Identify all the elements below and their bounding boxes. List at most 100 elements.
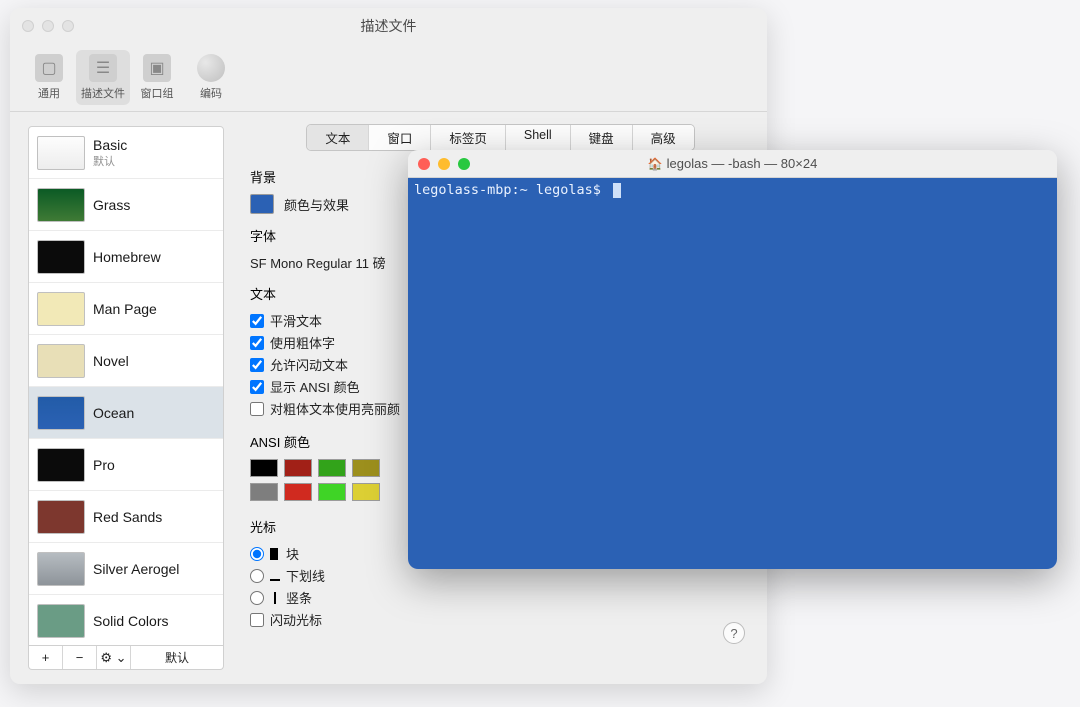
checkbox-blinkc-input[interactable] [250,613,264,627]
close-icon[interactable] [418,158,430,170]
cursor-underline-icon [270,571,280,581]
ansi-swatch[interactable] [352,483,380,501]
terminal-title-bar: 🏠 legolas — -bash — 80×24 [408,150,1057,178]
home-icon: 🏠 [648,157,663,171]
profile-item-basic[interactable]: Basic 默认 [29,127,223,179]
radio-block-input[interactable] [250,547,264,561]
tab-window[interactable]: 窗口 [369,125,431,150]
ansi-swatch[interactable] [318,459,346,477]
ansi-swatch[interactable] [352,459,380,477]
radio-underline-input[interactable] [250,569,264,583]
terminal-body[interactable]: legolass-mbp:~ legolas$ [408,178,1057,569]
background-color-label: 颜色与效果 [284,195,349,214]
profile-name: Red Sands [93,509,162,525]
checkbox-ansi-input[interactable] [250,380,264,394]
profile-list[interactable]: Basic 默认 Grass Homebrew Man Page [28,126,224,646]
ansi-swatch[interactable] [284,483,312,501]
profile-item-ocean[interactable]: Ocean [29,387,223,439]
tab-advanced[interactable]: 高级 [633,125,694,150]
close-icon[interactable] [22,20,34,32]
checkbox-bright-input[interactable] [250,402,264,416]
tab-keyboard[interactable]: 键盘 [571,125,633,150]
profile-name: Homebrew [93,249,161,265]
toolbar-window-groups[interactable]: ▣ 窗口组 [130,50,184,105]
tab-text[interactable]: 文本 [307,125,369,150]
window-groups-icon: ▣ [143,54,171,82]
profile-menu-button[interactable]: ⚙︎ ⌄ [97,646,131,669]
settings-tabs: 文本 窗口 标签页 Shell 键盘 高级 [250,124,751,151]
checkbox-smooth-input[interactable] [250,314,264,328]
profile-thumb-icon [37,500,85,534]
terminal-prompt: legolass-mbp:~ legolas$ [414,182,609,198]
zoom-icon[interactable] [62,20,74,32]
profile-name: Novel [93,353,129,369]
profile-thumb-icon [37,448,85,482]
checkbox-smooth-label: 平滑文本 [270,311,322,330]
profile-item-homebrew[interactable]: Homebrew [29,231,223,283]
profile-name: Grass [93,197,130,213]
profile-sidebar: Basic 默认 Grass Homebrew Man Page [28,126,224,670]
checkbox-blinktext-input[interactable] [250,358,264,372]
radio-bar-label: 竖条 [286,588,312,607]
tab-shell[interactable]: Shell [506,125,571,150]
help-button[interactable]: ? [723,622,745,644]
toolbar-general[interactable]: ▢ 通用 [22,50,76,105]
radio-cursor-bar[interactable]: 竖条 [250,588,751,607]
terminal-traffic-lights [418,158,470,170]
profile-name: Silver Aerogel [93,561,179,577]
profile-item-redsands[interactable]: Red Sands [29,491,223,543]
profile-item-grass[interactable]: Grass [29,179,223,231]
add-profile-button[interactable]: + [29,646,63,669]
profile-item-silver[interactable]: Silver Aerogel [29,543,223,595]
profiles-icon: ☰ [89,54,117,82]
checkbox-ansi-label: 显示 ANSI 颜色 [270,377,360,396]
prefs-title-bar: 描述文件 [10,8,767,44]
toolbar-encodings-label: 编码 [200,85,222,101]
zoom-icon[interactable] [458,158,470,170]
minimize-icon[interactable] [42,20,54,32]
terminal-cursor-icon [613,183,621,198]
radio-block-label: 块 [286,544,299,563]
toolbar-general-label: 通用 [38,85,60,101]
set-default-button[interactable]: 默认 [131,646,223,669]
checkbox-bold-input[interactable] [250,336,264,350]
radio-underline-label: 下划线 [286,566,325,585]
cursor-block-icon [270,548,278,560]
remove-profile-button[interactable]: − [63,646,97,669]
tab-tabpage[interactable]: 标签页 [431,125,506,150]
cursor-bar-icon [274,592,276,604]
minimize-icon[interactable] [438,158,450,170]
general-icon: ▢ [35,54,63,82]
profile-thumb-icon [37,604,85,638]
radio-bar-input[interactable] [250,591,264,605]
profile-thumb-icon [37,136,85,170]
checkbox-blinkc-label: 闪动光标 [270,610,322,629]
profile-name: Man Page [93,301,157,317]
profile-item-pro[interactable]: Pro [29,439,223,491]
profile-thumb-icon [37,552,85,586]
profile-item-novel[interactable]: Novel [29,335,223,387]
profile-item-solid[interactable]: Solid Colors [29,595,223,646]
checkbox-blink-cursor[interactable]: 闪动光标 [250,610,751,629]
profile-sub: 默认 [93,153,127,169]
toolbar-profiles-label: 描述文件 [81,85,125,101]
profile-thumb-icon [37,292,85,326]
ansi-swatch[interactable] [318,483,346,501]
prefs-toolbar: ▢ 通用 ☰ 描述文件 ▣ 窗口组 编码 [10,44,767,112]
toolbar-profiles[interactable]: ☰ 描述文件 [76,50,130,105]
profile-item-manpage[interactable]: Man Page [29,283,223,335]
traffic-lights [22,20,74,32]
profile-name: Pro [93,457,115,473]
profile-thumb-icon [37,240,85,274]
checkbox-bold-label: 使用粗体字 [270,333,335,352]
profile-thumb-icon [37,188,85,222]
toolbar-encodings[interactable]: 编码 [184,50,238,105]
checkbox-bright-label: 对粗体文本使用亮丽颜 [270,399,400,418]
background-color-swatch[interactable] [250,194,274,214]
ansi-swatch[interactable] [250,483,278,501]
toolbar-window-groups-label: 窗口组 [141,85,174,101]
terminal-title: 🏠 legolas — -bash — 80×24 [408,156,1057,171]
ansi-swatch[interactable] [250,459,278,477]
sidebar-footer: + − ⚙︎ ⌄ 默认 [28,646,224,670]
ansi-swatch[interactable] [284,459,312,477]
